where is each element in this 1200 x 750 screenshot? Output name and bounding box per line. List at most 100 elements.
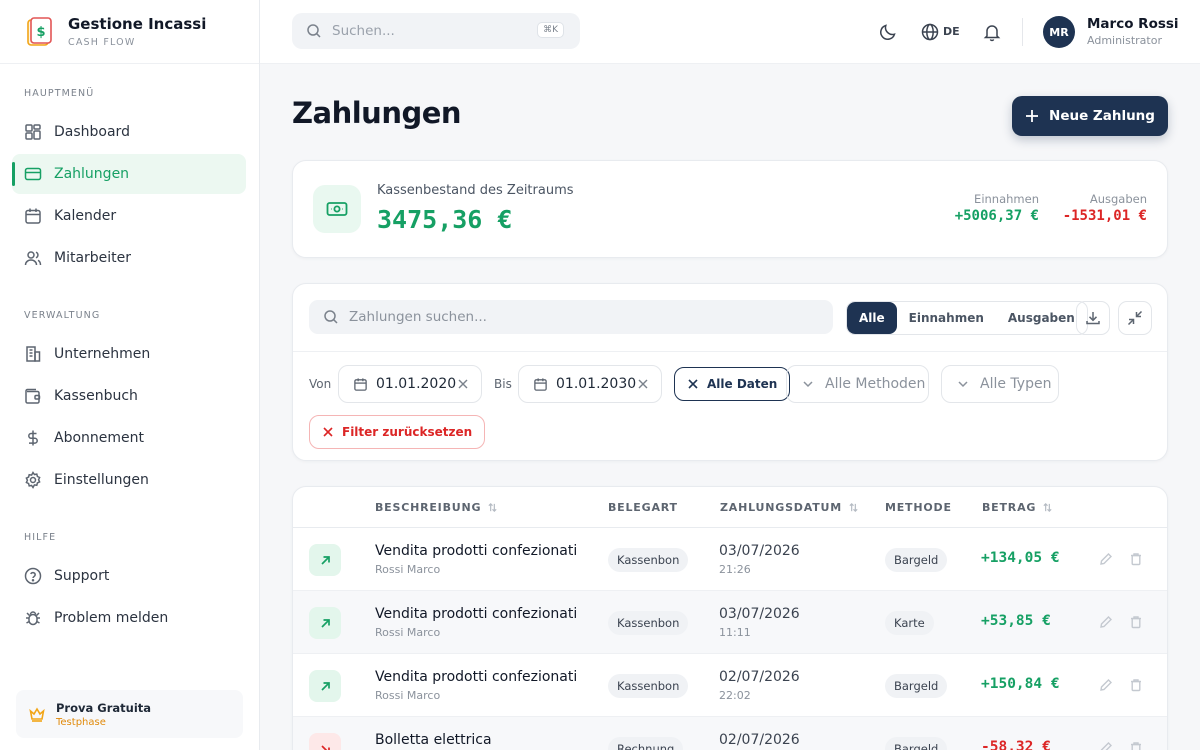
sidebar-item-mitarbeiter[interactable]: Mitarbeiter (12, 238, 246, 278)
balance-card: Kassenbestand des Zeitraums 3475,36 € Ei… (292, 160, 1168, 258)
global-search[interactable]: ⌘K (292, 13, 580, 49)
globe-icon[interactable] (920, 22, 940, 42)
table-row[interactable]: Vendita prodotti confezionati Rossi Marc… (293, 528, 1167, 591)
search-icon (324, 310, 338, 324)
row-time: 22:02 (719, 689, 751, 702)
row-date: 03/07/2026 (719, 543, 800, 559)
global-search-input[interactable] (332, 23, 522, 39)
nav-section-title: HAUPTMENÜ (24, 88, 95, 99)
type-segmented-control: Alle Einnahmen Ausgaben (846, 301, 1088, 335)
download-icon (1086, 312, 1100, 325)
sidebar-item-label: Mitarbeiter (54, 250, 132, 266)
row-amount: +53,85 € (981, 613, 1051, 629)
sidebar-item-support[interactable]: Support (12, 556, 246, 596)
edit-icon[interactable] (1099, 552, 1113, 566)
crown-icon (29, 707, 45, 722)
brand[interactable]: $ Gestione Incassi CASH FLOW (0, 0, 259, 64)
export-button[interactable] (1076, 301, 1110, 335)
cash-icon (313, 185, 361, 233)
payment-search-input[interactable] (349, 309, 809, 325)
sidebar-item-dashboard[interactable]: Dashboard (12, 112, 246, 152)
reset-filters-button[interactable]: Filter zurücksetzen (309, 415, 486, 449)
expense-label: Ausgaben (1089, 192, 1147, 206)
to-date-value: 01.01.2030 (556, 376, 637, 392)
row-date: 02/07/2026 (719, 669, 800, 685)
help-icon (24, 567, 42, 585)
arrow-up-right-icon (320, 618, 330, 628)
table-row[interactable]: Vendita prodotti confezionati Rossi Marc… (293, 591, 1167, 654)
all-dates-label: Alle Daten (707, 377, 778, 391)
type-select-value: Alle Typen (980, 376, 1052, 392)
sidebar-item-kassenbuch[interactable]: Kassenbuch (12, 376, 246, 416)
sidebar-item-label: Support (54, 568, 110, 584)
sidebar-item-label: Kalender (54, 208, 117, 224)
sidebar-item-unternehmen[interactable]: Unternehmen (12, 334, 246, 374)
arrow-up-right-icon (320, 555, 330, 565)
expense-indicator (309, 733, 341, 750)
expense-value: -1531,01 € (1062, 208, 1147, 224)
trash-icon[interactable] (1129, 615, 1143, 629)
sidebar-item-label: Problem melden (54, 610, 169, 626)
sidebar-item-problem-melden[interactable]: Problem melden (12, 598, 246, 638)
row-description: Bolletta elettrica (375, 732, 492, 748)
collapse-filters-button[interactable] (1118, 301, 1152, 335)
new-payment-button[interactable]: Neue Zahlung (1012, 96, 1168, 136)
trial-banner[interactable]: Prova Gratuita Testphase (16, 690, 243, 738)
avatar[interactable]: MR (1043, 16, 1075, 48)
income-label: Einnahmen (974, 192, 1039, 206)
all-dates-chip[interactable]: Alle Daten (674, 367, 791, 401)
trash-icon[interactable] (1129, 552, 1143, 566)
doc-type-badge: Rechnung (608, 737, 684, 750)
from-label: Von (309, 377, 332, 391)
from-date-field[interactable]: 01.01.2020 (338, 365, 482, 403)
sidebar-item-abonnement[interactable]: Abonnement (12, 418, 246, 458)
trash-icon[interactable] (1129, 678, 1143, 692)
method-select[interactable]: Alle Methoden (786, 365, 929, 403)
close-icon (688, 379, 698, 389)
edit-icon[interactable] (1099, 678, 1113, 692)
payment-search[interactable] (309, 300, 833, 334)
gear-icon (25, 471, 41, 489)
topbar: ⌘K DE MR Marco Rossi Administrator (260, 0, 1200, 64)
column-header-label: METHODE (885, 501, 952, 514)
column-header-amount[interactable]: BETRAG (982, 501, 1053, 514)
row-date: 02/07/2026 (719, 732, 800, 748)
new-payment-label: Neue Zahlung (1049, 108, 1155, 124)
column-header-date[interactable]: ZAHLUNGSDATUM (720, 501, 859, 514)
table-row[interactable]: Bolletta elettrica Rechnung 02/07/2026 B… (293, 717, 1167, 750)
moon-icon[interactable] (878, 22, 898, 42)
chevron-down-icon (803, 381, 813, 388)
sidebar-item-einstellungen[interactable]: Einstellungen (12, 460, 246, 500)
segment-alle[interactable]: Alle (847, 302, 897, 334)
trial-subtitle: Testphase (56, 716, 106, 728)
sidebar-item-zahlungen[interactable]: Zahlungen (12, 154, 246, 194)
edit-icon[interactable] (1099, 741, 1113, 750)
clear-icon[interactable] (637, 378, 649, 390)
doc-type-badge: Kassenbon (608, 548, 689, 572)
column-header-description[interactable]: BESCHREIBUNG (375, 501, 498, 514)
page-title: Zahlungen (292, 96, 462, 130)
dollar-icon (28, 430, 38, 446)
dashboard-icon (25, 124, 41, 140)
method-badge: Bargeld (885, 674, 948, 698)
row-person: Rossi Marco (375, 563, 441, 576)
filter-card: Alle Einnahmen Ausgaben Von 01.01.2020 B… (292, 283, 1168, 461)
bell-icon[interactable] (982, 22, 1002, 42)
sidebar-item-kalender[interactable]: Kalender (12, 196, 246, 236)
type-select[interactable]: Alle Typen (941, 365, 1059, 403)
sidebar-item-label: Abonnement (54, 430, 145, 446)
language-switch[interactable]: DE (943, 25, 960, 38)
segment-einnahmen[interactable]: Einnahmen (897, 302, 996, 334)
clear-icon[interactable] (457, 378, 469, 390)
user-name[interactable]: Marco Rossi (1087, 16, 1179, 32)
brand-subtitle: CASH FLOW (68, 37, 136, 48)
edit-icon[interactable] (1099, 615, 1113, 629)
to-date-field[interactable]: 01.01.2030 (518, 365, 662, 403)
segment-ausgaben[interactable]: Ausgaben (996, 302, 1087, 334)
row-person: Rossi Marco (375, 689, 441, 702)
sort-icon (488, 502, 497, 513)
trash-icon[interactable] (1129, 741, 1143, 750)
income-value: +5006,37 € (954, 208, 1039, 224)
column-header-label: BELEGART (608, 501, 678, 514)
table-row[interactable]: Vendita prodotti confezionati Rossi Marc… (293, 654, 1167, 717)
